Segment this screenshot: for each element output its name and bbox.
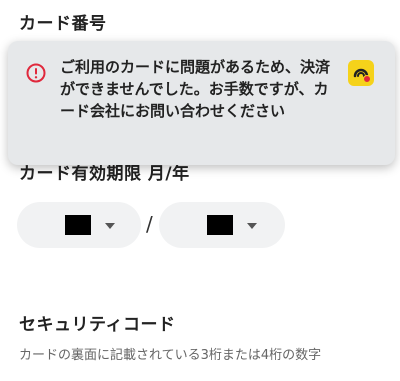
- expiry-month-select[interactable]: [17, 202, 141, 248]
- alert-message: ご利用のカードに問題があるため、決済ができませんでした。お手数ですが、カード会社…: [60, 58, 331, 120]
- card-number-title: カード番号: [19, 14, 107, 34]
- payment-form: カード番号 カード有効期限 月/年 / セキュリティコード カードの裏面に記載さ…: [0, 0, 400, 381]
- error-circle-icon: [26, 63, 46, 83]
- expiry-separator: /: [146, 212, 153, 236]
- chevron-down-icon: [105, 223, 115, 229]
- security-code-title: セキュリティコード: [19, 315, 176, 335]
- payment-error-notification[interactable]: ご利用のカードに問題があるため、決済ができませんでした。お手数ですが、カード会社…: [8, 41, 395, 165]
- expiry-year-select[interactable]: [159, 202, 285, 248]
- app-badge-icon: [348, 60, 374, 86]
- chevron-down-icon: [247, 223, 257, 229]
- expiry-month-value-redacted: [65, 215, 91, 235]
- security-code-hint: カードの裏面に記載されている3桁または4桁の数字: [19, 348, 322, 363]
- expiry-year-value-redacted: [207, 215, 233, 235]
